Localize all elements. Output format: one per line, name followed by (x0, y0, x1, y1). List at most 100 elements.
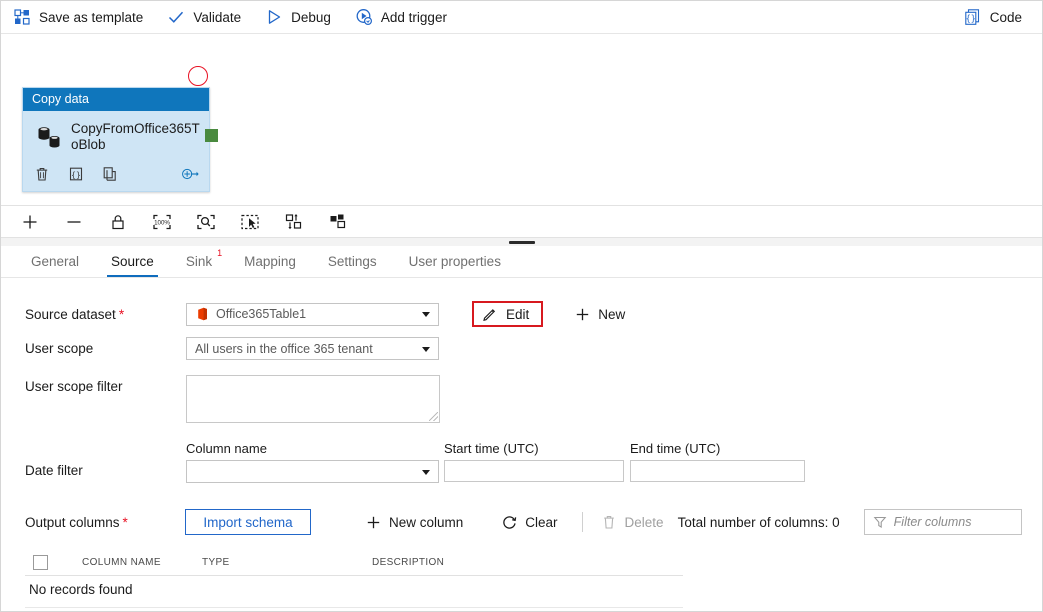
tab-source[interactable]: Source (95, 254, 170, 277)
code-brackets-icon[interactable]: {} (67, 165, 85, 183)
user-scope-filter-input[interactable] (186, 375, 440, 423)
tab-sink[interactable]: Sink 1 (170, 254, 228, 277)
activity-node-actions: {} (23, 163, 209, 191)
code-button[interactable]: {} Code (952, 1, 1034, 34)
start-time-input[interactable] (444, 460, 624, 482)
tab-general-label: General (31, 254, 79, 269)
lock-canvas-button[interactable] (105, 210, 131, 234)
copy-data-icon (35, 123, 65, 153)
auto-align-horizontal-button[interactable] (325, 210, 351, 234)
source-dataset-value: Office365Table1 (216, 307, 306, 321)
import-schema-button[interactable]: Import schema (185, 509, 311, 535)
play-icon (265, 8, 283, 26)
select-mode-button[interactable] (237, 210, 263, 234)
add-trigger-label: Add trigger (381, 10, 447, 25)
add-trigger-button[interactable]: Add trigger (343, 1, 459, 34)
sink-error-badge: 1 (217, 249, 222, 258)
start-time-group: Start time (UTC) (444, 441, 624, 482)
properties-tabs: General Source Sink 1 Mapping Settings U… (1, 246, 1042, 278)
pipeline-toolbar: Save as template Validate Debug (1, 1, 1042, 34)
toolbar-divider (582, 512, 583, 532)
activity-node-header: Copy data (23, 88, 209, 111)
tab-mapping-label: Mapping (244, 254, 296, 269)
user-scope-row: User scope All users in the office 365 t… (25, 337, 439, 360)
save-as-template-label: Save as template (39, 10, 143, 25)
activity-type-label: Copy data (32, 92, 89, 106)
tab-mapping[interactable]: Mapping (228, 254, 312, 277)
code-label: Code (990, 10, 1022, 25)
validate-label: Validate (193, 10, 241, 25)
chevron-down-icon (422, 312, 430, 317)
zoom-to-fit-button[interactable] (193, 210, 219, 234)
template-icon (13, 8, 31, 26)
edit-dataset-label: Edit (506, 307, 529, 322)
svg-text:{}: {} (71, 170, 81, 179)
source-dataset-row: Source dataset* Office365Table1 (25, 301, 625, 327)
tab-user-properties-label: User properties (409, 254, 501, 269)
source-tab-panel: Source dataset* Office365Table1 (1, 279, 1042, 611)
zoom-in-button[interactable] (17, 210, 43, 234)
user-scope-select[interactable]: All users in the office 365 tenant (186, 337, 439, 360)
filter-columns-input[interactable]: Filter columns (864, 509, 1022, 535)
activity-node-body: CopyFromOffice365ToBlob (23, 111, 209, 163)
svg-text:100%: 100% (154, 219, 170, 226)
th-type: TYPE (202, 557, 372, 568)
column-name-select[interactable] (186, 460, 439, 483)
output-columns-label-text: Output columns (25, 515, 120, 530)
adf-pipeline-editor: Save as template Validate Debug (0, 0, 1043, 612)
source-dataset-label-text: Source dataset (25, 307, 116, 322)
th-column-name: COLUMN NAME (82, 557, 202, 568)
validate-button[interactable]: Validate (155, 1, 253, 34)
debug-button[interactable]: Debug (253, 1, 343, 34)
save-as-template-button[interactable]: Save as template (1, 1, 155, 34)
tab-settings[interactable]: Settings (312, 254, 393, 277)
filter-columns-placeholder: Filter columns (894, 515, 972, 529)
select-all-checkbox[interactable] (33, 555, 48, 570)
date-filter-row: Date filter Column name Start time (UTC)… (25, 441, 805, 483)
plus-icon (365, 514, 382, 531)
copy-icon[interactable] (101, 165, 119, 183)
date-filter-column-group: Column name (186, 441, 439, 483)
drag-handle[interactable] (509, 241, 535, 244)
tab-source-label: Source (111, 254, 154, 269)
zoom-100-button[interactable]: 100% (149, 210, 175, 234)
clear-columns-button[interactable]: Clear (501, 510, 557, 534)
trash-icon (601, 514, 618, 531)
source-dataset-select[interactable]: Office365Table1 (186, 303, 439, 326)
edit-dataset-button[interactable]: Edit (472, 301, 543, 327)
zoom-out-button[interactable] (61, 210, 87, 234)
node-output-connector[interactable] (205, 129, 218, 142)
table-bottom-divider (25, 607, 683, 608)
output-columns-row: Output columns* Import schema New column (25, 509, 1022, 535)
required-asterisk: * (119, 307, 124, 322)
trash-icon[interactable] (33, 165, 51, 183)
pipeline-canvas[interactable]: Copy data (1, 34, 1042, 205)
refresh-icon (501, 514, 518, 531)
activity-node-copy-data[interactable]: Copy data (22, 87, 210, 192)
new-column-button[interactable]: New column (365, 510, 463, 534)
user-scope-filter-label: User scope filter (25, 375, 185, 394)
new-dataset-button[interactable]: New (574, 302, 625, 326)
start-time-label: Start time (UTC) (444, 441, 624, 456)
end-time-input[interactable] (630, 460, 805, 482)
office365-icon (195, 307, 209, 321)
add-arrow-icon[interactable] (181, 165, 199, 183)
tab-user-properties[interactable]: User properties (393, 254, 517, 277)
activity-name-label: CopyFromOffice365ToBlob (71, 121, 201, 153)
required-asterisk: * (123, 515, 128, 530)
canvas-toolbar: 100% (1, 205, 1042, 238)
pencil-icon (482, 306, 498, 322)
svg-text:{}: {} (965, 14, 975, 24)
panel-resize-bar[interactable] (1, 238, 1042, 246)
empty-state-text: No records found (29, 582, 133, 597)
auto-align-vertical-button[interactable] (281, 210, 307, 234)
user-scope-label: User scope (25, 341, 185, 356)
tab-general[interactable]: General (15, 254, 95, 277)
debug-label: Debug (291, 10, 331, 25)
user-scope-value: All users in the office 365 tenant (195, 342, 373, 356)
checkmark-icon (167, 8, 185, 26)
output-columns-label: Output columns* (25, 515, 185, 530)
chevron-down-icon (422, 470, 430, 475)
delete-column-button[interactable]: Delete (601, 510, 664, 534)
clock-trigger-icon (355, 8, 373, 26)
